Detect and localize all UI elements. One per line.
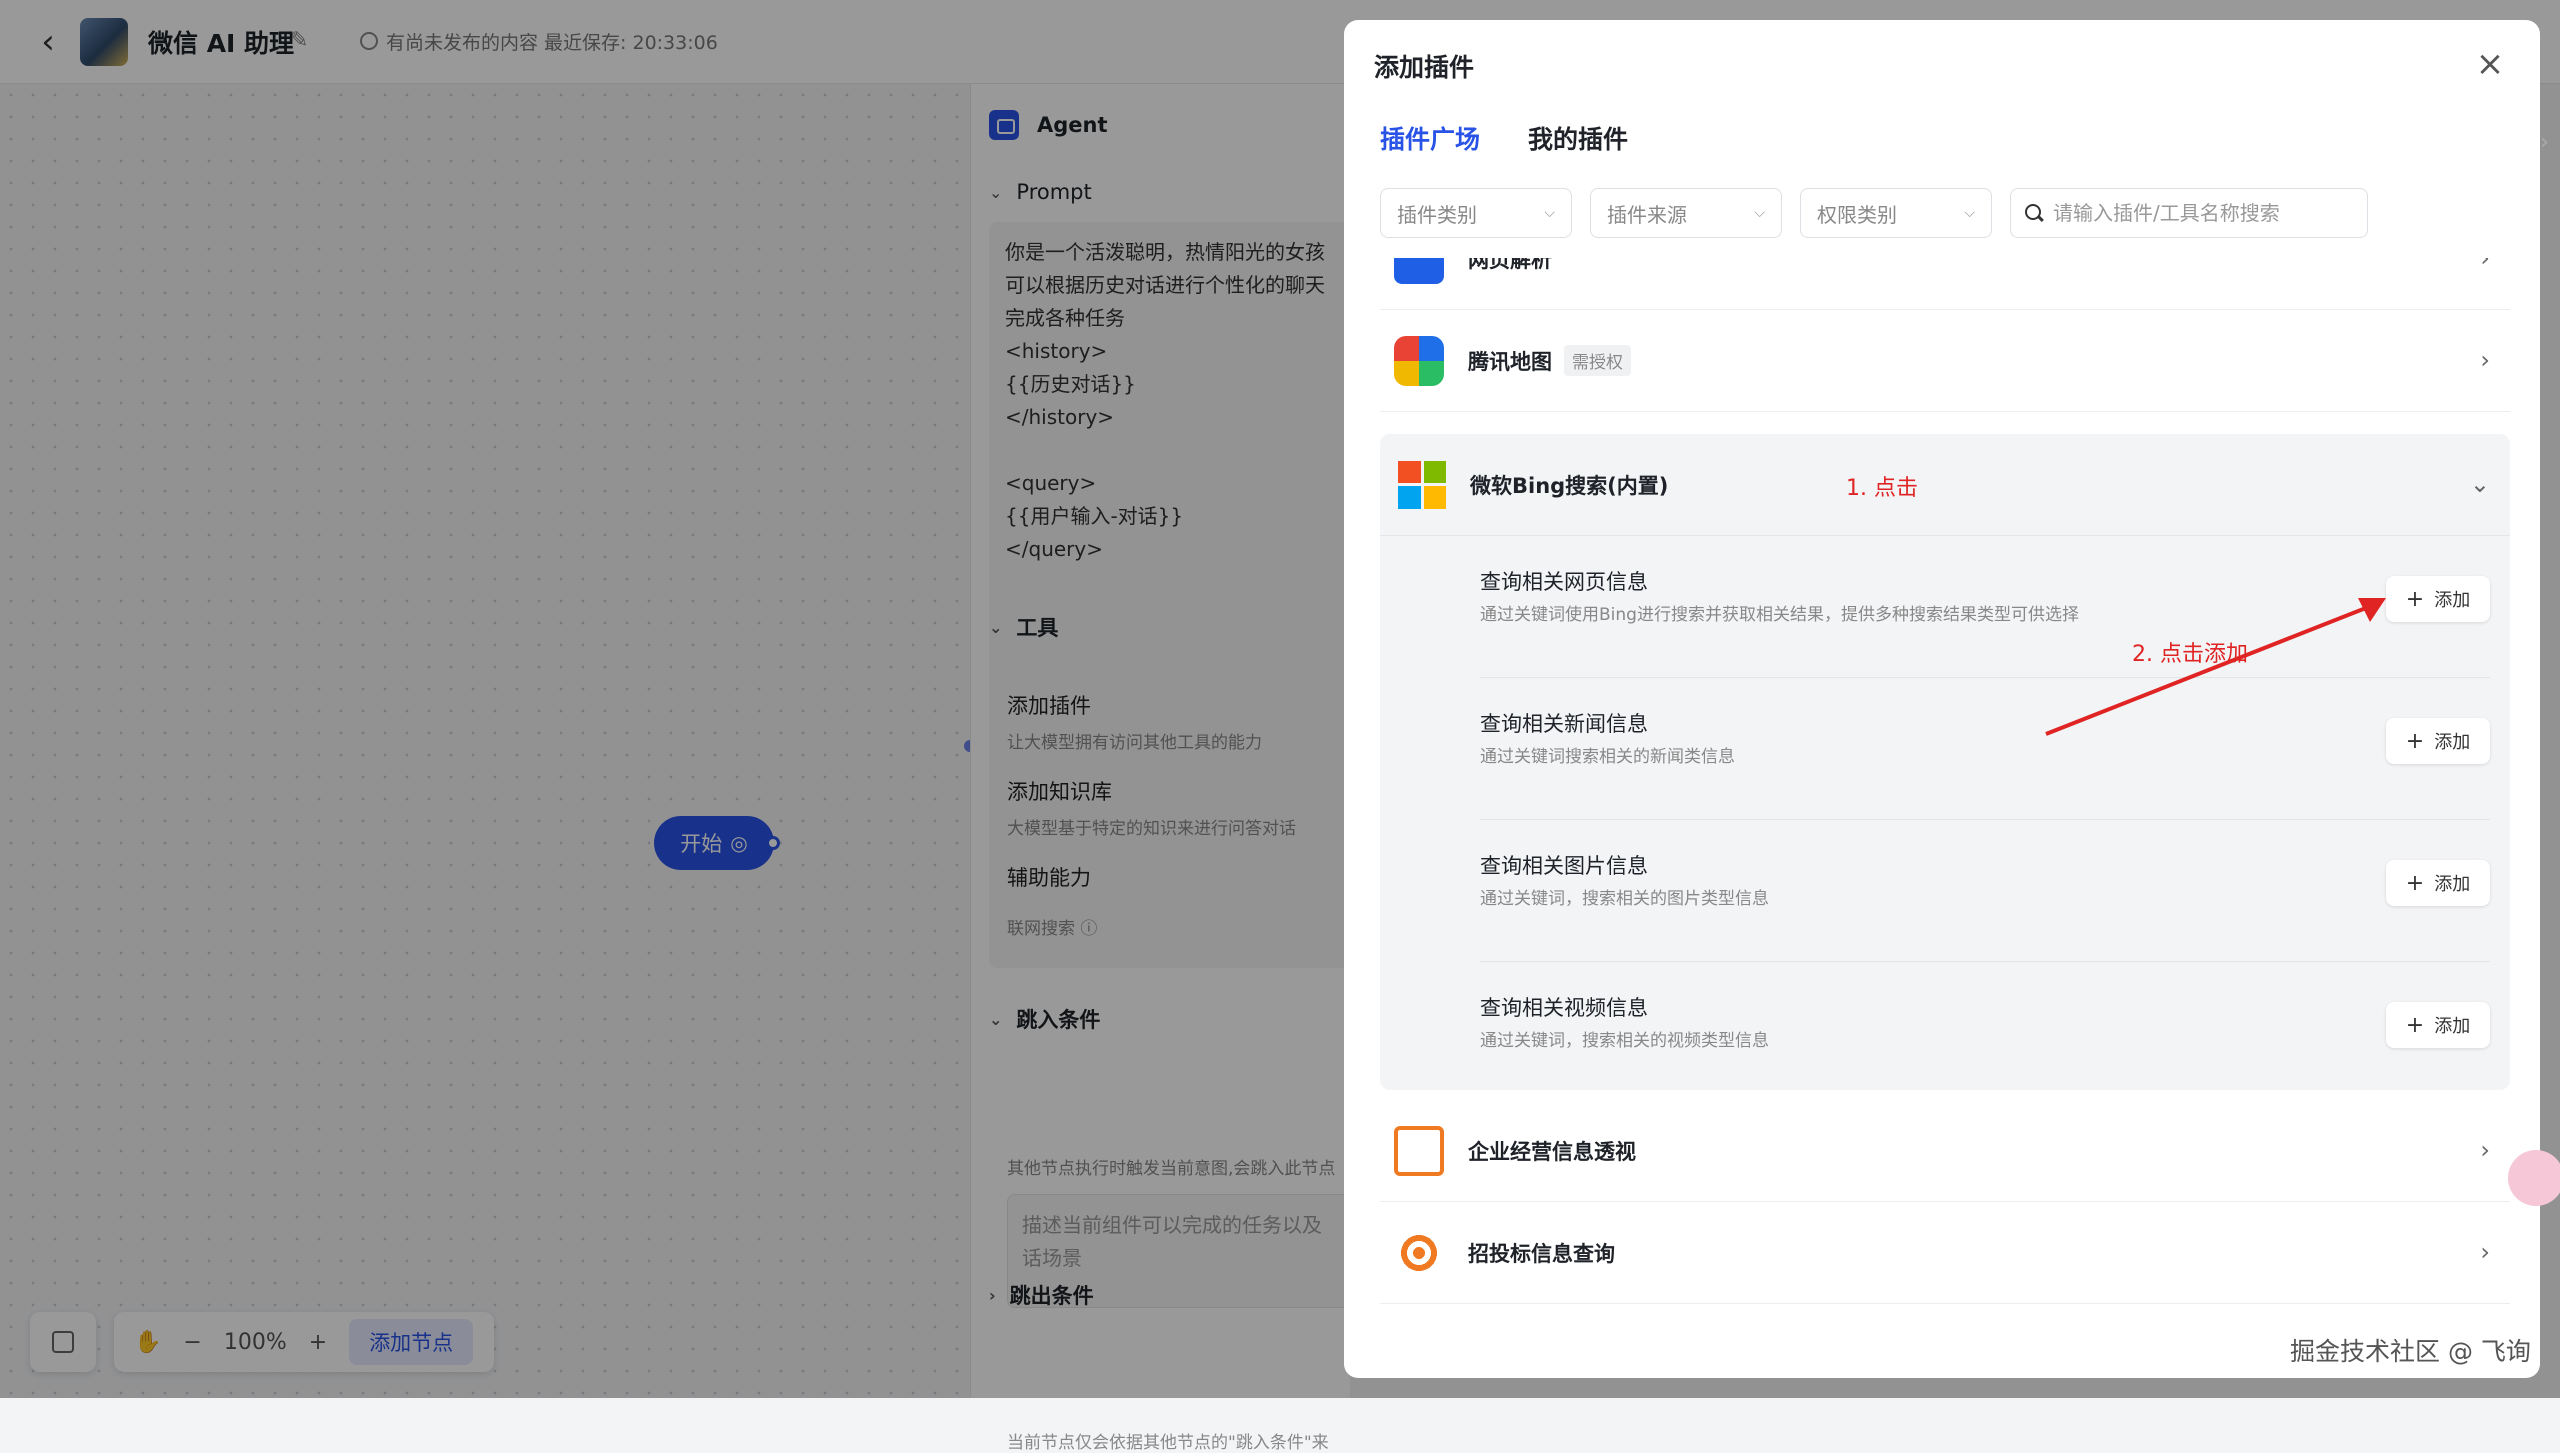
translate-fab-icon[interactable] <box>2508 1150 2560 1206</box>
watermark: 掘金技术社区 @ 飞询 <box>2290 1337 2531 1366</box>
globe-icon <box>1394 258 1444 284</box>
add-label: 添加 <box>2434 874 2471 895</box>
target-icon <box>1394 1227 1444 1278</box>
plugin-name: 腾讯地图 <box>1468 349 1552 374</box>
select-label: 权限类别 <box>1817 202 1897 227</box>
exit-condition-desc: 当前节点仅会依据其他节点的"跳入条件"来 <box>1007 1433 1329 1453</box>
plugin-row-bing[interactable]: 微软Bing搜索(内置) ⌄ <box>1380 434 2510 536</box>
microsoft-logo-icon <box>1398 460 1446 509</box>
plugin-row-bidding[interactable]: 招投标信息查询 › <box>1380 1202 2510 1304</box>
filter-bar: 插件类别 ⌵ 插件来源 ⌵ 权限类别 ⌵ <box>1380 188 2368 238</box>
annotation-step1: 1. 点击 <box>1846 476 1918 501</box>
search-input[interactable] <box>2051 200 2351 226</box>
plus-icon: + <box>2405 870 2425 896</box>
chevron-right-icon: › <box>2480 346 2490 374</box>
bing-plugin-expanded: 微软Bing搜索(内置) ⌄ 1. 点击 查询相关网页信息 通过关键词使用Bin… <box>1380 434 2510 1090</box>
bing-tool-images: 查询相关图片信息 通过关键词，搜索相关的图片类型信息 + 添加 <box>1480 820 2490 962</box>
plugin-category-select[interactable]: 插件类别 ⌵ <box>1380 188 1572 238</box>
tool-desc: 通过关键词搜索相关的新闻类信息 <box>1480 747 1735 767</box>
plugin-source-select[interactable]: 插件来源 ⌵ <box>1590 188 1782 238</box>
annotation-arrow <box>2045 598 2386 736</box>
select-label: 插件来源 <box>1607 202 1687 227</box>
add-plugin-modal: 添加插件 × 插件广场 我的插件 插件类别 ⌵ 插件来源 ⌵ 权限类别 ⌵ 网页… <box>1344 20 2540 1378</box>
modal-title: 添加插件 <box>1374 53 1475 82</box>
add-label: 添加 <box>2434 732 2471 753</box>
modal-tabs: 插件广场 我的插件 <box>1380 120 1628 156</box>
chevron-down-icon: ⌵ <box>1544 205 1555 221</box>
close-icon[interactable]: × <box>2470 44 2510 84</box>
tab-my-plugins[interactable]: 我的插件 <box>1528 120 1628 156</box>
add-label: 添加 <box>2434 590 2471 611</box>
plugin-name: 网页解析 <box>1468 258 1552 272</box>
search-icon <box>2023 202 2045 224</box>
plugin-search[interactable] <box>2010 188 2368 238</box>
tool-name: 查询相关视频信息 <box>1480 996 1648 1020</box>
chevron-right-icon: › <box>2540 130 2549 155</box>
auth-required-badge: 需授权 <box>1564 345 1631 376</box>
chevron-down-icon: ⌵ <box>1754 205 1765 221</box>
add-label: 添加 <box>2434 1016 2471 1037</box>
layers-icon <box>1394 1125 1444 1176</box>
chevron-right-icon: › <box>2480 1136 2490 1164</box>
bing-tool-videos: 查询相关视频信息 通过关键词，搜索相关的视频类型信息 + 添加 <box>1480 962 2490 1104</box>
plugin-list: 网页解析 › 腾讯地图 需授权 › 微软Bing搜索(内置) ⌄ 1. 点击 查… <box>1380 258 2510 1338</box>
plus-icon: + <box>2405 586 2425 612</box>
tool-name: 查询相关新闻信息 <box>1480 712 1648 736</box>
tool-name: 查询相关图片信息 <box>1480 854 1648 878</box>
plugin-row-enterprise[interactable]: 企业经营信息透视 › <box>1380 1100 2510 1202</box>
plus-icon: + <box>2405 728 2425 754</box>
tool-desc: 通过关键词，搜索相关的图片类型信息 <box>1480 889 1769 909</box>
add-button[interactable]: + 添加 <box>2386 718 2490 764</box>
tool-name: 查询相关网页信息 <box>1480 570 1648 594</box>
chevron-right-icon: › <box>2480 1238 2490 1266</box>
chevron-right-icon: › <box>2480 258 2490 272</box>
add-button[interactable]: + 添加 <box>2386 576 2490 622</box>
plugin-name: 微软Bing搜索(内置) <box>1470 473 1669 498</box>
plugin-name: 招投标信息查询 <box>1468 1241 1615 1266</box>
plugin-row-tencent-map[interactable]: 腾讯地图 需授权 › <box>1380 310 2510 412</box>
plus-icon: + <box>2405 1012 2425 1038</box>
tool-desc: 通过关键词使用Bing进行搜索并获取相关结果，提供多种搜索结果类型可供选择 <box>1480 605 2079 625</box>
chevron-down-icon: ⌵ <box>1964 205 1975 221</box>
add-button[interactable]: + 添加 <box>2386 1002 2490 1048</box>
plugin-row-web-parse[interactable]: 网页解析 › <box>1380 258 2510 310</box>
chevron-down-icon: ⌄ <box>2469 470 2490 498</box>
tab-plugin-market[interactable]: 插件广场 <box>1380 120 1480 156</box>
select-label: 插件类别 <box>1397 202 1477 227</box>
add-button[interactable]: + 添加 <box>2386 860 2490 906</box>
tool-desc: 通过关键词，搜索相关的视频类型信息 <box>1480 1031 1769 1051</box>
permission-select[interactable]: 权限类别 ⌵ <box>1800 188 1992 238</box>
map-pin-icon <box>1394 335 1444 386</box>
plugin-name: 企业经营信息透视 <box>1468 1139 1636 1164</box>
